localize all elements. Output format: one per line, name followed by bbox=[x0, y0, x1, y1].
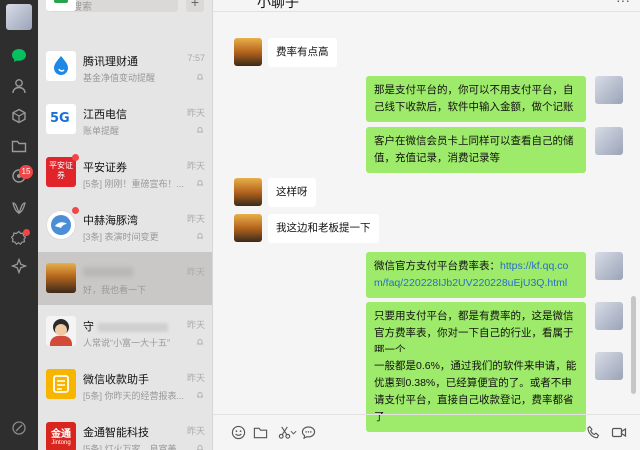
pingan-logo-text: 平安证券 bbox=[49, 161, 73, 180]
contact-avatar bbox=[234, 214, 262, 242]
chevron-down-icon[interactable] bbox=[289, 423, 297, 441]
video-call-icon[interactable] bbox=[610, 423, 628, 441]
conversation-preview: 基金净值变动提醒 bbox=[83, 73, 156, 83]
conversation-name: 平安证券 bbox=[83, 162, 127, 174]
conversation-name: 腾讯理财通 bbox=[83, 56, 138, 68]
conversation-name-text: 守 bbox=[83, 321, 94, 333]
conversation-time: 7:57 bbox=[187, 53, 205, 63]
conversation-time: 昨天 bbox=[186, 161, 205, 171]
conversation-item[interactable]: 平安证券 平安证券 [5条] 刚刚！重磅宣布！... 昨天 bbox=[38, 146, 212, 199]
conversation-name bbox=[83, 267, 133, 277]
telecom-avatar: 5G bbox=[46, 104, 76, 134]
message-bubble-incoming: 费率有点高 bbox=[268, 38, 337, 67]
my-avatar bbox=[595, 352, 623, 380]
conversation-item-selected[interactable]: 好，我也看一下 昨天 bbox=[38, 252, 212, 305]
sparkle-icon[interactable] bbox=[9, 256, 29, 276]
unread-badge: 15 bbox=[19, 165, 33, 179]
conversation-preview: [5条] 刚刚！重磅宣布！... bbox=[83, 179, 185, 189]
my-avatar bbox=[595, 127, 623, 155]
jintong-logo-subtext: Jintong bbox=[51, 440, 71, 446]
message-text: 微信官方支付平台费率表： bbox=[374, 260, 500, 272]
conversation-item[interactable]: 守 人常说“小富一大十五” 昨天 bbox=[38, 305, 212, 358]
conversation-time: 昨天 bbox=[186, 108, 205, 118]
user-avatar[interactable] bbox=[6, 4, 32, 30]
conversation-name: 金通智能科技 bbox=[83, 427, 149, 439]
more-options-button[interactable]: ··· bbox=[616, 0, 630, 8]
message-bubble-incoming: 我这边和老板提一下 bbox=[268, 214, 379, 243]
folder-icon[interactable] bbox=[9, 136, 29, 156]
folder-icon[interactable] bbox=[251, 423, 269, 441]
channels-icon[interactable] bbox=[9, 198, 29, 218]
jintong-avatar: 金通 Jintong bbox=[46, 422, 76, 450]
chat-panel: 小聊子 ··· 费率有点高 那是支付平台的，你可以不用支付平台，自己线下收款后，… bbox=[213, 0, 640, 450]
conversation-item[interactable]: 腾讯理财通 基金净值变动提醒 7:57 bbox=[38, 40, 212, 93]
conversation-avatar bbox=[46, 0, 76, 11]
conversation-name: 江西电信 bbox=[83, 109, 127, 121]
conversation-time: 昨天 bbox=[186, 267, 205, 277]
pingan-avatar: 平安证券 bbox=[46, 157, 76, 187]
mute-icon bbox=[196, 123, 204, 137]
conversation-item[interactable] bbox=[38, 0, 212, 23]
contact-avatar bbox=[46, 316, 76, 346]
contacts-icon[interactable] bbox=[9, 76, 29, 96]
message-bubble-outgoing: 那是支付平台的，你可以不用支付平台，自己线下收款后，软件中输入金额，做个记账 bbox=[366, 76, 586, 122]
input-toolbar bbox=[213, 414, 640, 450]
my-avatar bbox=[595, 302, 623, 330]
voice-call-icon[interactable] bbox=[584, 423, 602, 441]
conversation-preview: 好，我也看一下 bbox=[83, 285, 147, 295]
contact-avatar bbox=[234, 178, 262, 206]
pay-assistant-avatar bbox=[46, 369, 76, 399]
mute-icon bbox=[196, 388, 204, 402]
mute-icon bbox=[196, 441, 204, 450]
chat-title: 小聊子 bbox=[257, 0, 299, 10]
chat-icon[interactable] bbox=[9, 46, 29, 66]
conversation-name: 守 bbox=[83, 318, 183, 334]
unread-dot bbox=[72, 154, 79, 161]
conversation-time: 昨天 bbox=[186, 426, 205, 436]
conversation-time: 昨天 bbox=[186, 373, 205, 383]
contact-avatar bbox=[46, 263, 76, 293]
conversation-name: 中赫海豚湾 bbox=[83, 215, 138, 227]
conversation-preview: [5条] 你昨天的经营报表... bbox=[83, 391, 185, 401]
conversation-item[interactable]: 微信收款助手 [5条] 你昨天的经营报表... 昨天 bbox=[38, 358, 212, 411]
jintong-logo-text: 金通 bbox=[51, 429, 71, 440]
conversation-item[interactable]: 金通 Jintong 金通智能科技 [5条] 灯火万家，良宵美... 昨天 bbox=[38, 411, 212, 450]
nav-rail: 15 bbox=[0, 0, 38, 450]
conversation-preview: [3条] 表演时间变更 bbox=[83, 232, 159, 242]
message-bubble-incoming: 这样呀 bbox=[268, 178, 316, 207]
my-avatar bbox=[595, 252, 623, 280]
collections-icon[interactable] bbox=[9, 106, 29, 126]
phone-link-icon[interactable] bbox=[9, 418, 29, 438]
message-bubble-outgoing: 客户在微信会员卡上同样可以查看自己的储值，充值记录，消费记录等 bbox=[366, 127, 586, 173]
conversation-preview: [5条] 灯火万家，良宵美... bbox=[83, 444, 185, 450]
name-redacted bbox=[98, 322, 168, 332]
notification-dot bbox=[23, 229, 30, 236]
message-bubble-outgoing: 微信官方支付平台费率表：https://kf.qq.com/faq/220228… bbox=[366, 252, 586, 298]
chat-history-icon[interactable] bbox=[299, 423, 317, 441]
mute-icon bbox=[196, 229, 204, 243]
chat-scrollbar[interactable] bbox=[631, 296, 636, 394]
chat-header: 小聊子 ··· bbox=[213, 0, 640, 12]
conversation-preview: 账单提醒 bbox=[83, 126, 120, 136]
my-avatar bbox=[595, 76, 623, 104]
conversation-list: 搜索 + 腾讯理财通 基金净值变动提醒 7:57 5G 江西电信 账单提醒 昨天… bbox=[38, 0, 213, 450]
tencent-wealth-avatar bbox=[46, 51, 76, 81]
conversation-item[interactable]: 中赫海豚湾 [3条] 表演时间变更 昨天 bbox=[38, 199, 212, 252]
dolphin-bay-avatar bbox=[46, 210, 76, 240]
emoji-icon[interactable] bbox=[229, 423, 247, 441]
contact-avatar bbox=[234, 38, 262, 66]
conversation-time: 昨天 bbox=[186, 320, 205, 330]
conversation-preview: 人常说“小富一大十五” bbox=[83, 338, 170, 348]
conversation-item[interactable]: 5G 江西电信 账单提醒 昨天 bbox=[38, 93, 212, 146]
conversation-name: 微信收款助手 bbox=[83, 374, 149, 386]
unread-dot bbox=[72, 207, 79, 214]
telecom-logo-text: 5G bbox=[50, 111, 70, 126]
mute-icon bbox=[196, 176, 204, 190]
mute-icon bbox=[196, 70, 204, 84]
mute-icon bbox=[196, 335, 204, 349]
conversation-time: 昨天 bbox=[186, 214, 205, 224]
